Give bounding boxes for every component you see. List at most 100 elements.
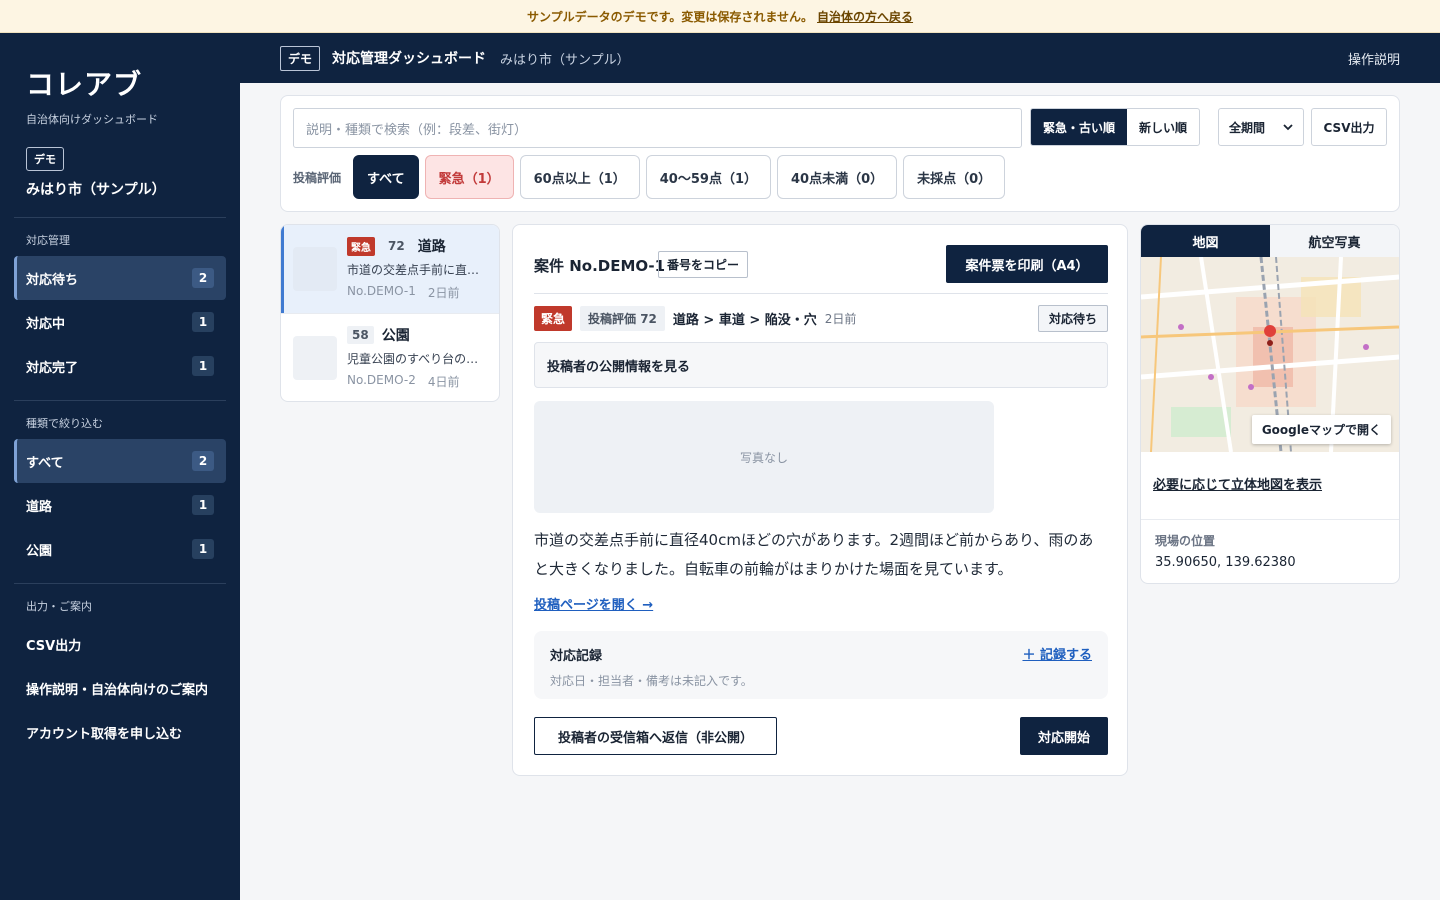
reply-to-poster-button[interactable]: 投稿者の受信箱へ返信（非公開） [534,717,777,755]
case-detail-panel: 案件 No.DEMO-1 番号をコピー 案件票を印刷（A4） 緊急 投稿評価 7… [512,224,1128,776]
rating-filter-chips: すべて 緊急（1） 60点以上（1） 40〜59点（1） 40点未満（0） 未採… [353,155,1006,199]
filter-panel: 説明・種類で検索（例：段差、街灯） 緊急・古い順 新しい順 全期間 CSV出力 … [280,95,1400,212]
urgent-tag: 緊急 [347,236,375,256]
map-panel: 地図 航空写真 Googleマップで開く 必要に応じて立体地図を表示 現場の位置… [1140,224,1400,584]
sidebar-item-signup[interactable]: アカウント取得を申し込む [14,710,226,754]
case-summary: 市道の交差点手前に直径40cmほどの穴があります。 [347,263,481,277]
sidebar-item-label: 公園 [26,543,53,559]
rating-chip-under-40[interactable]: 40点未満（0） [777,155,898,199]
sidebar-item-park[interactable]: 公園 1 [14,527,226,571]
case-age: 2日前 [427,286,460,300]
count-badge: 1 [192,312,214,332]
app-subtitle: 自治体向けダッシュボード [26,113,158,126]
add-record-link[interactable]: ＋ 記録する [1022,644,1092,663]
chevron-down-icon [1283,123,1293,130]
case-thumbnail [293,247,337,291]
header-city: みはり市（サンプル） [500,52,630,68]
help-link[interactable]: 操作説明 [1348,49,1400,68]
show-3d-map-link[interactable]: 必要に応じて立体地図を表示 [1141,452,1399,520]
rating-chip-all[interactable]: すべて [353,155,419,199]
response-records: 対応記録 対応日・担当者・備考は未記入です。 ＋ 記録する [534,631,1108,699]
case-id: No.DEMO-2 [347,373,416,387]
case-category: 道路 [417,239,446,255]
rating-chip-40-59[interactable]: 40〜59点（1） [645,155,771,199]
case-number: 案件 No.DEMO-1 [534,257,666,275]
case-age: 4日前 [427,375,460,389]
open-post-link[interactable]: 投稿ページを開く → [534,594,653,613]
location-map[interactable]: Googleマップで開く [1141,257,1399,452]
rating-chip-urgent[interactable]: 緊急（1） [424,155,514,199]
sort-toggle: 緊急・古い順 新しい順 [1030,108,1201,146]
case-summary: 児童公園のすべり台の手すりがぐらついています。 [347,352,481,366]
sidebar-item-in-progress[interactable]: 対応中 1 [14,300,226,344]
poster-public-info-toggle[interactable]: 投稿者の公開情報を見る [534,342,1108,388]
demo-chip: デモ [26,147,64,171]
count-badge: 1 [192,356,214,376]
tab-aerial[interactable]: 航空写真 [1270,225,1399,257]
banner-text: サンプルデータのデモです。変更は保存されません。 [526,9,814,24]
period-select-value: 全期間 [1229,120,1266,135]
sidebar: コレアブ 自治体向けダッシュボード デモ みはり市（サンプル） 対応管理 対応待… [0,33,240,900]
demo-banner: サンプルデータのデモです。変更は保存されません。 自治体の方へ戻る [0,0,1440,33]
photo-placeholder: 写真なし [534,401,994,513]
tab-map[interactable]: 地図 [1141,225,1270,257]
app-logo[interactable]: コレアブ [26,63,226,103]
case-age: 2日前 [824,311,857,326]
copy-number-button[interactable]: 番号をコピー [658,251,749,278]
count-badge: 1 [192,539,214,559]
sidebar-item-csv[interactable]: CSV出力 [14,622,226,666]
demo-chip: デモ [280,45,321,71]
case-list: 緊急 72 道路 市道の交差点手前に直径40cmほどの穴があります。 No.DE… [280,224,500,402]
sidebar-divider [14,583,226,584]
sort-newest-button[interactable]: 新しい順 [1127,109,1199,145]
sidebar-divider [14,400,226,401]
count-badge: 2 [192,451,214,471]
section-label-status: 対応管理 [26,234,70,247]
sidebar-item-label: アカウント取得を申し込む [26,726,183,742]
period-select[interactable]: 全期間 [1218,108,1304,146]
sidebar-item-label: CSV出力 [26,638,82,654]
sidebar-item-road[interactable]: 道路 1 [14,483,226,527]
sidebar-divider [14,217,226,218]
records-empty-text: 対応日・担当者・備考は未記入です。 [550,674,753,688]
records-title: 対応記録 [550,649,603,664]
municipality-name: みはり市（サンプル） [26,182,166,198]
search-input[interactable]: 説明・種類で検索（例：段差、街灯） [293,108,1022,148]
category-path: 道路 > 車道 > 陥没・穴 [672,312,817,328]
top-header: デモ 対応管理ダッシュボード みはり市（サンプル） 操作説明 [240,33,1440,83]
print-case-button[interactable]: 案件票を印刷（A4） [946,245,1108,283]
case-id: No.DEMO-1 [347,284,416,298]
urgent-badge: 緊急 [534,305,573,331]
score-badge: 72 [388,239,405,253]
rating-chip-unscored[interactable]: 未採点（0） [903,155,1006,199]
case-category: 公園 [381,328,410,344]
start-response-button[interactable]: 対応開始 [1020,717,1108,755]
location-coordinates: 35.90650, 139.62380 [1155,555,1296,570]
open-google-maps-button[interactable]: Googleマップで開く [1251,415,1391,444]
rating-filter-label: 投稿評価 [293,171,342,185]
sidebar-item-completed[interactable]: 対応完了 1 [14,344,226,388]
case-meta-row: 緊急 投稿評価 72 道路 > 車道 > 陥没・穴 2日前 対応待ち [534,304,1108,332]
no-photo-text: 写真なし [739,450,788,465]
sidebar-item-label: 対応待ち [26,272,79,288]
banner-return-link[interactable]: 自治体の方へ戻る [817,8,913,25]
sidebar-item-all[interactable]: すべて 2 [14,439,226,483]
count-badge: 2 [192,268,214,288]
sort-urgent-button[interactable]: 緊急・古い順 [1031,109,1128,145]
list-item[interactable]: 緊急 72 道路 市道の交差点手前に直径40cmほどの穴があります。 No.DE… [281,225,499,313]
csv-export-button[interactable]: CSV出力 [1311,108,1387,146]
case-description: 市道の交差点手前に直径40cmほどの穴があります。2週間ほど前からあり、雨のあと… [534,531,1094,578]
page-title: 対応管理ダッシュボード [332,51,487,67]
sidebar-item-label: すべて [26,455,64,471]
sidebar-item-pending[interactable]: 対応待ち 2 [14,256,226,300]
sidebar-item-label: 操作説明・自治体向けのご案内 [26,682,209,698]
sidebar-item-label: 道路 [26,499,53,515]
sidebar-item-label: 対応中 [26,316,66,332]
location-label: 現場の位置 [1155,534,1216,548]
sidebar-item-guide[interactable]: 操作説明・自治体向けのご案内 [14,666,226,710]
list-item[interactable]: 58 公園 児童公園のすべり台の手すりがぐらついています。 No.DEMO-2 … [281,313,499,401]
section-label-category: 種類で絞り込む [26,417,103,430]
rating-chip-60-plus[interactable]: 60点以上（1） [519,155,640,199]
count-badge: 1 [192,495,214,515]
case-thumbnail [293,336,337,380]
